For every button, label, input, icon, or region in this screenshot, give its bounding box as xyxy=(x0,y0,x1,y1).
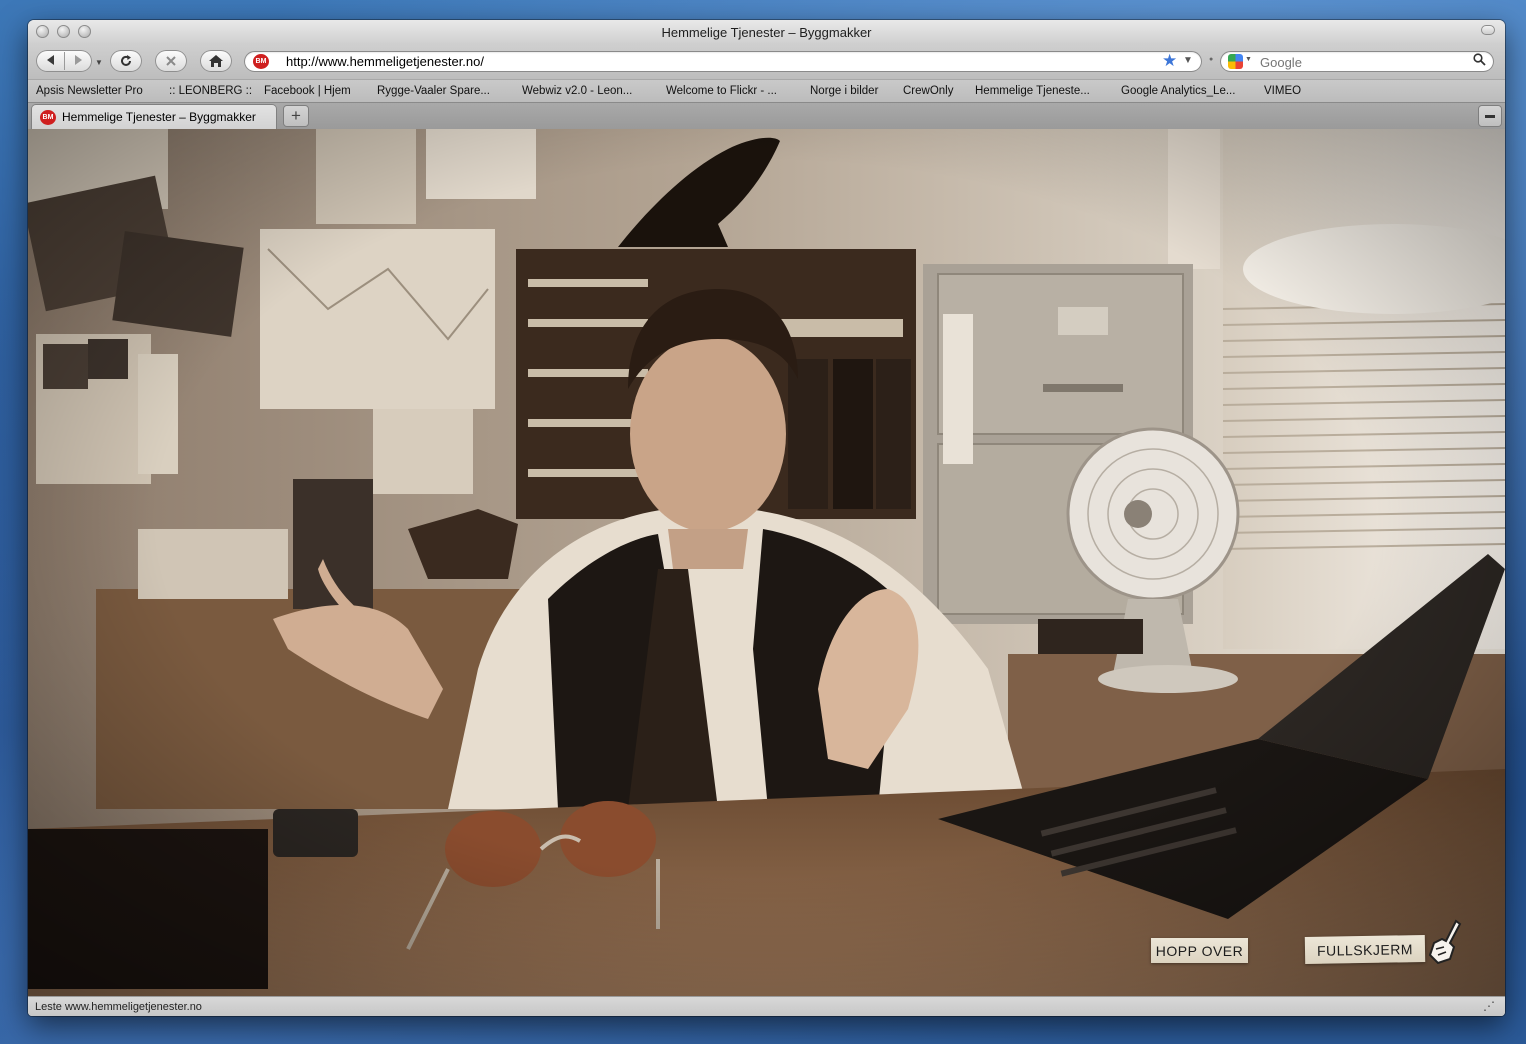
fullscreen-button[interactable]: FULLSKJERM xyxy=(1304,934,1426,965)
tab-strip: BM Hemmelige Tjenester – Byggmakker + ▬ xyxy=(28,102,1505,129)
bookmark-item[interactable]: CrewOnly xyxy=(903,85,953,97)
new-tab-button[interactable]: + xyxy=(284,106,308,126)
home-button[interactable] xyxy=(200,50,232,72)
address-bar[interactable]: BM http://www.hemmeligetjenester.no/ ★ ▼ xyxy=(244,51,1202,72)
window-title: Hemmelige Tjenester – Byggmakker xyxy=(661,25,872,40)
bookmark-item[interactable]: Google Analytics_Le... xyxy=(1121,85,1235,97)
engine-dropdown-icon[interactable]: ▼ xyxy=(1245,56,1252,63)
resize-grip-icon[interactable]: ⋰ xyxy=(1483,999,1495,1013)
url-dropdown-icon[interactable]: ▼ xyxy=(1183,55,1193,66)
navigation-toolbar: ▼ BM http://www.hemmeligetjenester.no/ ★… xyxy=(28,44,1505,79)
google-engine-icon[interactable] xyxy=(1228,54,1243,69)
page-content: HOPP OVER FULLSKJERM xyxy=(28,129,1505,996)
back-arrow-icon[interactable] xyxy=(38,53,64,70)
site-favicon: BM xyxy=(253,54,269,69)
back-forward-button-group xyxy=(36,50,92,72)
bookmark-item[interactable]: Rygge-Vaaler Spare... xyxy=(377,85,490,97)
browser-window: Hemmelige Tjenester – Byggmakker ▼ BM ht… xyxy=(28,20,1505,1016)
bookmark-item[interactable]: VIMEO xyxy=(1264,85,1301,97)
status-text: Leste www.hemmeligetjenester.no xyxy=(35,1001,202,1013)
bookmark-item[interactable]: Hemmelige Tjeneste... xyxy=(975,85,1090,97)
bookmarks-toolbar: Apsis Newsletter Pro :: LEONBERG :: Face… xyxy=(28,79,1505,102)
bookmark-item[interactable]: Facebook | Hjem xyxy=(264,85,351,97)
forward-arrow-icon[interactable] xyxy=(65,53,91,70)
bookmark-star-icon[interactable]: ★ xyxy=(1162,51,1177,71)
stop-button[interactable] xyxy=(155,50,187,72)
video-frame-image[interactable] xyxy=(28,129,1505,996)
bookmark-item[interactable]: Welcome to Flickr - ... xyxy=(666,85,777,97)
url-text[interactable]: http://www.hemmeligetjenester.no/ xyxy=(286,54,484,69)
home-icon xyxy=(209,55,223,67)
search-bar: ▼ xyxy=(1220,51,1494,72)
resize-dot-icon[interactable]: ● xyxy=(1209,56,1213,63)
tab-favicon: BM xyxy=(40,110,56,125)
bookmark-item[interactable]: :: LEONBERG :: xyxy=(169,85,252,97)
status-bar: Leste www.hemmeligetjenester.no ⋰ xyxy=(28,996,1505,1016)
list-all-tabs-button[interactable]: ▬ xyxy=(1479,106,1501,126)
stop-icon xyxy=(166,56,176,66)
reload-icon xyxy=(121,55,131,66)
history-dropdown-icon[interactable]: ▼ xyxy=(95,58,103,67)
bookmark-item[interactable]: Webwiz v2.0 - Leon... xyxy=(522,85,632,97)
bookmark-item[interactable]: Norge i bilder xyxy=(810,85,878,97)
title-bar: Hemmelige Tjenester – Byggmakker xyxy=(28,20,1505,44)
skip-button[interactable]: HOPP OVER xyxy=(1151,938,1248,963)
bookmark-item[interactable]: Apsis Newsletter Pro xyxy=(36,85,143,97)
tab-active[interactable]: BM Hemmelige Tjenester – Byggmakker xyxy=(32,105,276,129)
pointing-hand-icon xyxy=(1428,919,1462,965)
toolbar-toggle-button[interactable] xyxy=(1481,25,1495,35)
search-icon[interactable] xyxy=(1473,53,1486,66)
reload-button[interactable] xyxy=(110,50,142,72)
tab-label: Hemmelige Tjenester – Byggmakker xyxy=(62,110,256,124)
search-input[interactable] xyxy=(1258,53,1472,71)
